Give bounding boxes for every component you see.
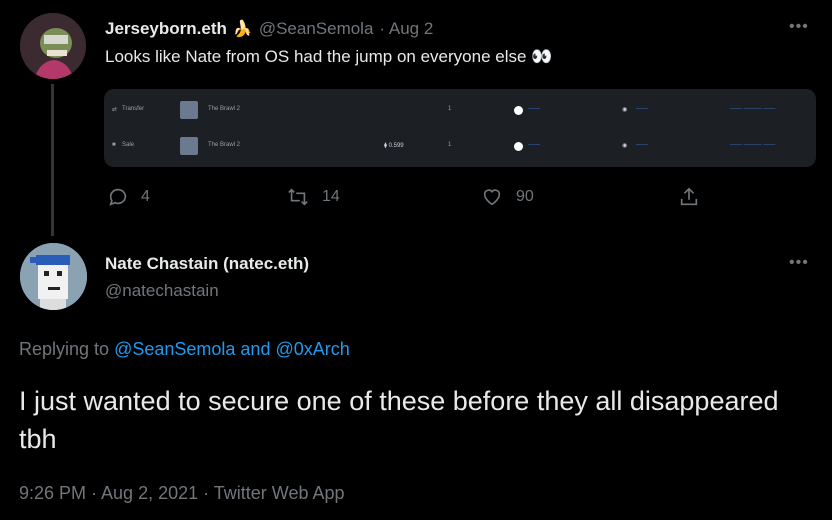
activity-row: ■ Sale The Brawl 2 ⧫ 0.599 1 —— ◉ —— —— … (104, 133, 816, 159)
from-address: —— (528, 106, 540, 112)
event-label: Transfer (122, 106, 145, 112)
transfer-icon: ⇄ (112, 107, 118, 113)
more-options-icon[interactable]: ••• (789, 254, 809, 272)
nft-thumbnail (180, 101, 198, 119)
replying-prefix: Replying to (19, 339, 110, 359)
to-address: —— (636, 106, 648, 112)
price: ⧫ 0.599 (384, 143, 404, 149)
thread-connector (51, 84, 54, 236)
like-action[interactable]: 90 (480, 186, 534, 208)
tweet1-actions: 4 14 90 (0, 186, 832, 210)
from-address: —— (528, 142, 540, 148)
event-label: Sale (122, 142, 135, 148)
heart-icon (483, 189, 501, 206)
reply-action[interactable]: 4 (107, 186, 150, 208)
tweet2-text: I just wanted to secure one of these bef… (19, 386, 779, 454)
retweet-count: 14 (322, 188, 340, 205)
user-handle[interactable]: @SeanSemola (259, 19, 374, 39)
to-address: —— (636, 142, 648, 148)
tweet-timestamp[interactable]: 9:26 PM · Aug 2, 2021 · Twitter Web App (19, 483, 345, 504)
share-action[interactable] (678, 186, 700, 208)
nft-thumbnail (180, 137, 198, 155)
from-avatar (514, 142, 523, 151)
avatar-natechastain[interactable] (20, 243, 87, 310)
user-icon: ◉ (622, 107, 628, 113)
quantity: 1 (448, 142, 452, 148)
item-name: The Brawl 2 (208, 106, 241, 112)
share-icon (680, 187, 698, 206)
more-options-icon[interactable]: ••• (789, 18, 809, 36)
embedded-activity-image[interactable]: ⇄ Transfer The Brawl 2 1 —— ◉ —— —— ——— … (104, 89, 816, 167)
tweet1-header: Jerseyborn.eth 🍌 @SeanSemola · Aug 2 (105, 19, 433, 39)
like-count: 90 (516, 188, 534, 205)
retweet-action[interactable]: 14 (286, 186, 340, 208)
cart-icon: ■ (112, 142, 116, 148)
time-link: —— ——— —— (730, 106, 776, 112)
quantity: 1 (448, 106, 452, 112)
display-name[interactable]: Nate Chastain (natec.eth) (105, 254, 309, 274)
reply-count: 4 (141, 188, 150, 205)
tweet1-text: Looks like Nate from OS had the jump on … (105, 47, 553, 66)
time-link: —— ——— —— (730, 142, 776, 148)
tweet-date[interactable]: · Aug 2 (379, 19, 433, 39)
from-avatar (514, 106, 523, 115)
replying-to-line: Replying to @SeanSemola and @0xArch (19, 339, 350, 360)
replying-targets[interactable]: @SeanSemola and @0xArch (114, 339, 350, 359)
activity-row: ⇄ Transfer The Brawl 2 1 —— ◉ —— —— ——— … (104, 97, 816, 123)
display-name[interactable]: Jerseyborn.eth (105, 19, 227, 39)
user-handle[interactable]: @natechastain (105, 281, 219, 301)
user-icon: ◉ (622, 143, 628, 149)
banana-emoji-icon: 🍌 (232, 21, 253, 38)
reply-icon (109, 188, 127, 206)
avatar-jerseyborn[interactable] (20, 13, 86, 79)
item-name: The Brawl 2 (208, 142, 241, 148)
retweet-icon (288, 188, 308, 206)
